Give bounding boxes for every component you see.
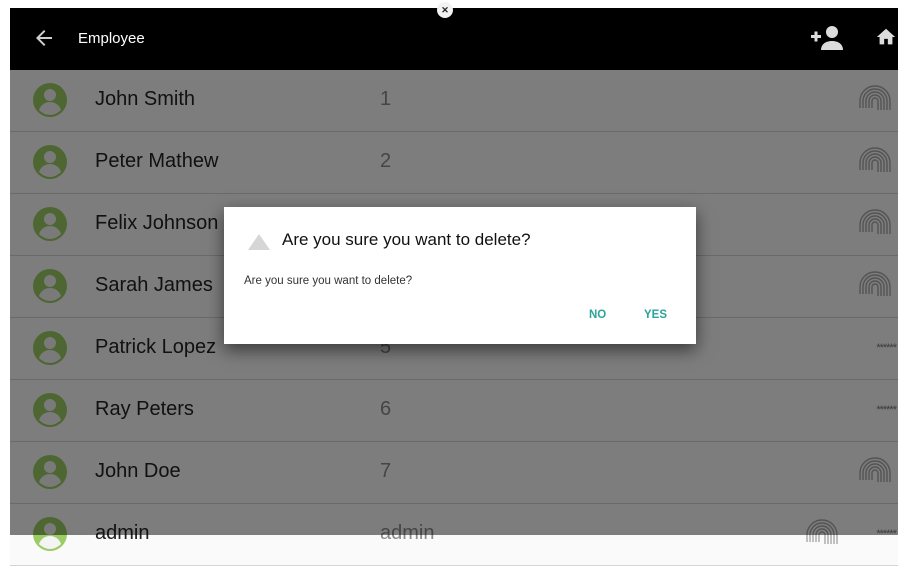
no-button[interactable]: NO bbox=[589, 309, 606, 321]
arrow-left-icon[interactable] bbox=[32, 26, 56, 50]
top-app-bar: Employee bbox=[10, 8, 898, 70]
warning-icon bbox=[248, 234, 270, 250]
close-icon[interactable]: ✕ bbox=[437, 2, 453, 18]
confirm-delete-dialog: Are you sure you want to delete? Are you… bbox=[224, 207, 696, 344]
add-user-icon[interactable] bbox=[810, 24, 844, 52]
dialog-message: Are you sure you want to delete? bbox=[244, 275, 413, 287]
yes-button[interactable]: YES bbox=[644, 309, 667, 321]
page-title: Employee bbox=[78, 30, 145, 47]
dialog-title: Are you sure you want to delete? bbox=[282, 230, 531, 249]
home-icon[interactable] bbox=[875, 26, 897, 48]
